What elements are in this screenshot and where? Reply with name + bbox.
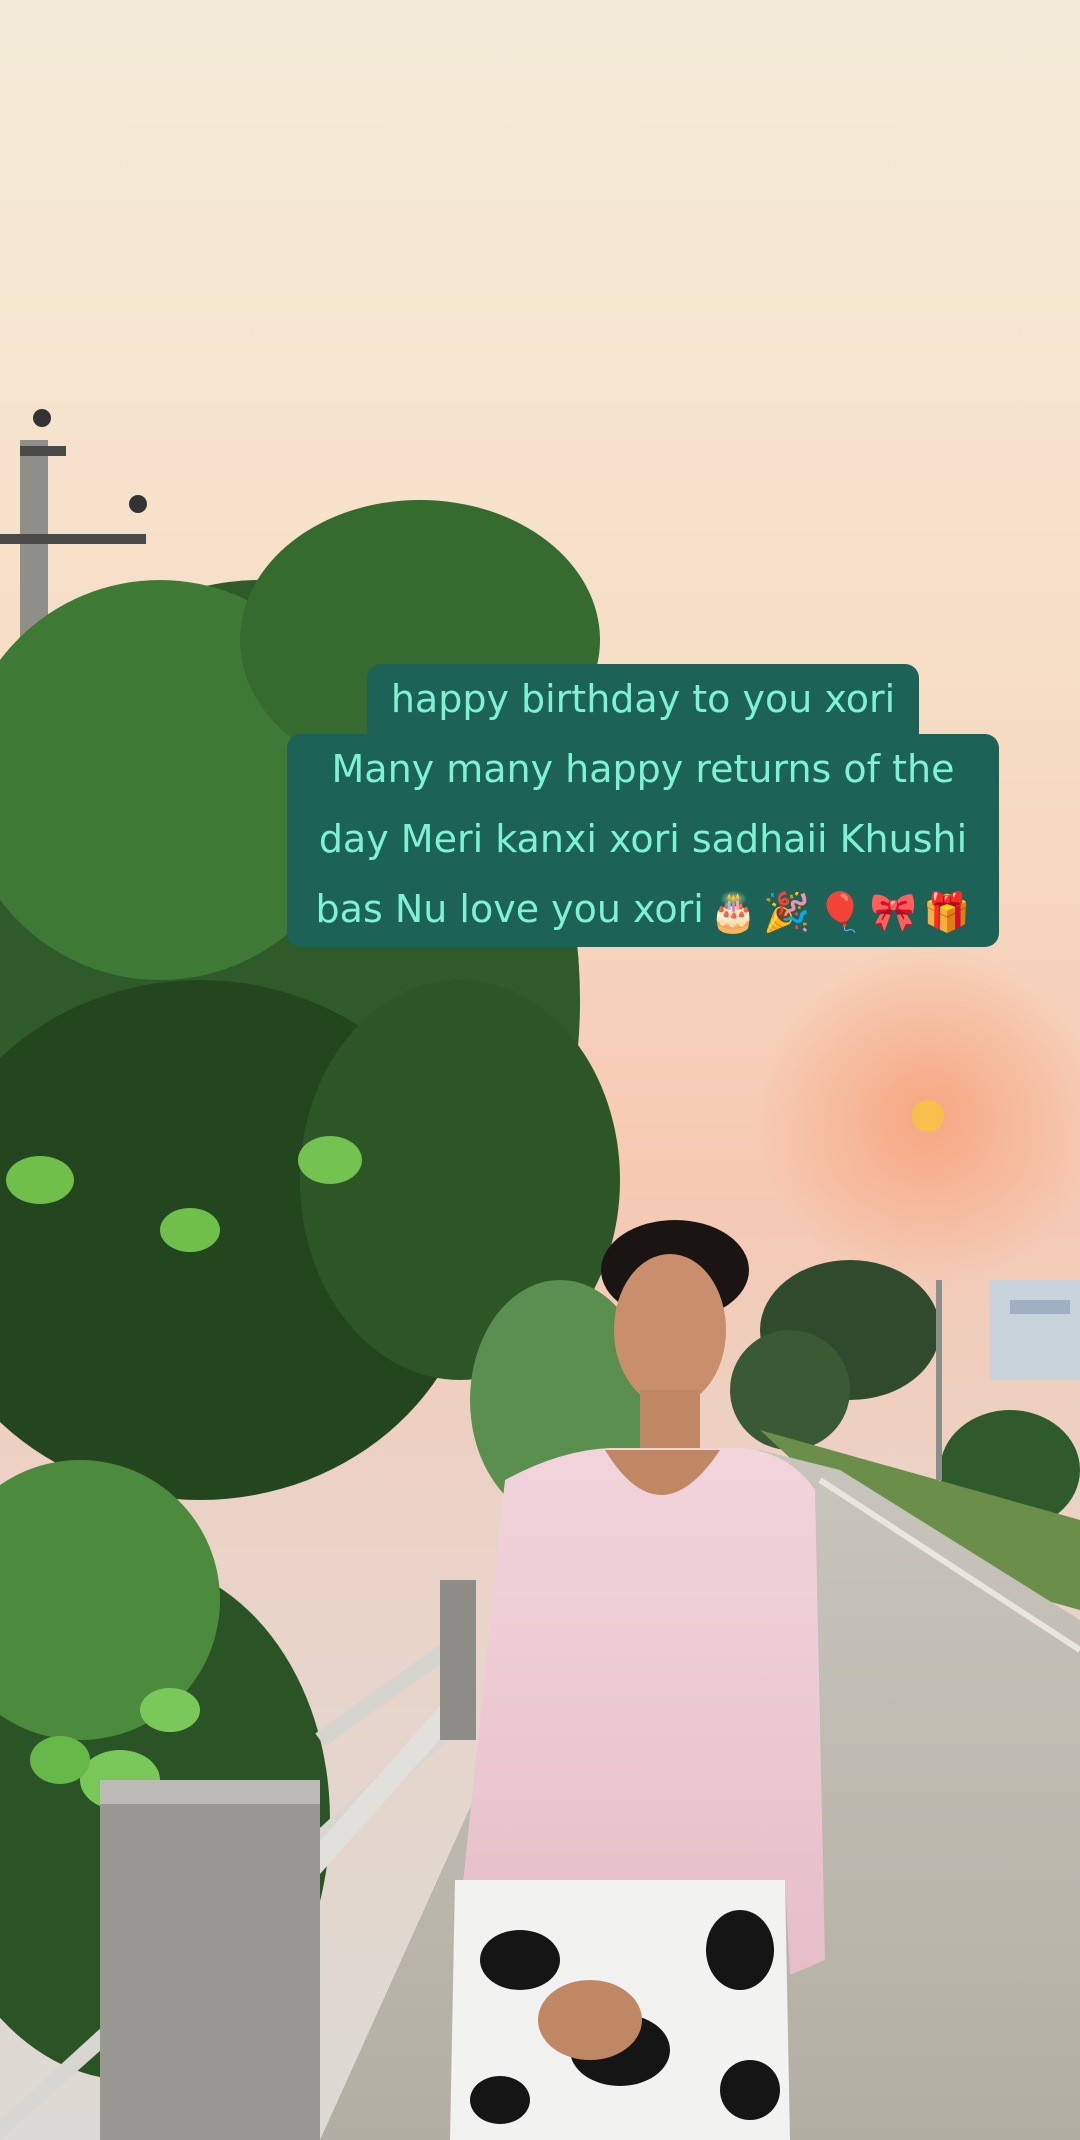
caption-line-2: Many many happy returns of the (287, 734, 999, 804)
caption-line-1: happy birthday to you xori (366, 664, 920, 734)
sunset-roadside-photo (0, 0, 1080, 2140)
caption-line-4-text: bas Nu love you xori (315, 887, 704, 931)
balloon-icon: 🎈 (816, 889, 864, 934)
ribbon-icon: 🎀 (869, 889, 918, 934)
gift-icon: 🎁 (923, 889, 971, 934)
caption-line-4: bas Nu love you xori 🎂 🎉 🎈 🎀 🎁 (287, 874, 999, 947)
party-popper-icon: 🎉 (763, 889, 811, 934)
story-text-caption: happy birthday to you xori Many many hap… (287, 664, 999, 947)
caption-line-3: day Meri kanxi xori sadhaii Khushi (287, 804, 999, 874)
story-frame: happy birthday to you xori Many many hap… (0, 0, 1080, 2140)
birthday-cake-icon: 🎂 (709, 889, 758, 934)
